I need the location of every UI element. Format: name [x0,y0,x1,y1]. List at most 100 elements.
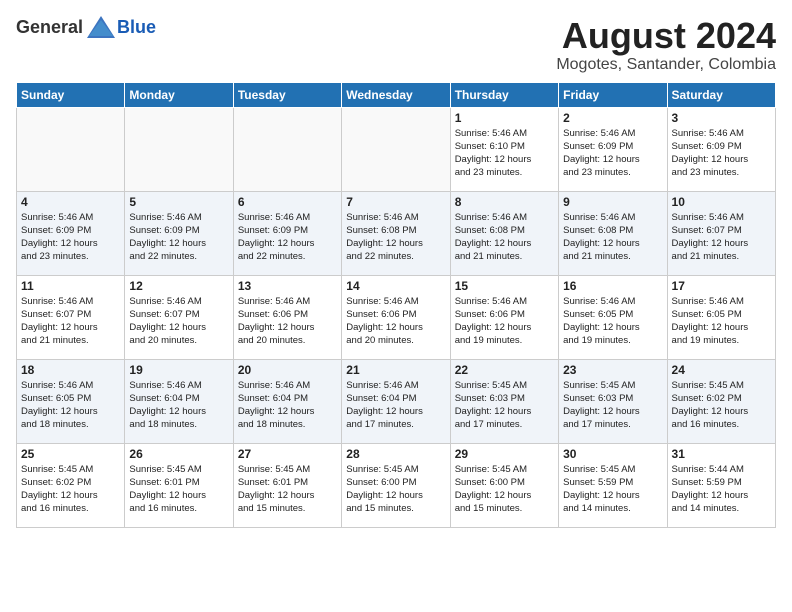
day-number: 7 [346,195,445,209]
day-info: Sunrise: 5:46 AM Sunset: 6:09 PM Dayligh… [563,127,662,180]
day-info: Sunrise: 5:44 AM Sunset: 5:59 PM Dayligh… [672,463,771,516]
day-number: 20 [238,363,337,377]
day-info: Sunrise: 5:46 AM Sunset: 6:06 PM Dayligh… [346,295,445,348]
calendar-cell: 7Sunrise: 5:46 AM Sunset: 6:08 PM Daylig… [342,191,450,275]
calendar-cell: 11Sunrise: 5:46 AM Sunset: 6:07 PM Dayli… [17,275,125,359]
day-number: 13 [238,279,337,293]
day-header-sunday: Sunday [17,82,125,107]
day-number: 11 [21,279,120,293]
day-header-saturday: Saturday [667,82,775,107]
day-number: 12 [129,279,228,293]
day-info: Sunrise: 5:46 AM Sunset: 6:04 PM Dayligh… [238,379,337,432]
calendar-cell: 26 Sunrise: 5:45 AM Sunset: 6:01 PM Dayli… [125,443,233,527]
day-header-friday: Friday [559,82,667,107]
logo-blue: Blue [117,17,156,38]
day-number: 16 [563,279,662,293]
day-info: Sunrise: 5:45 AM Sunset: 6:01 PM Dayligh… [238,463,337,516]
calendar-week-row: 1Sunrise: 5:46 AM Sunset: 6:10 PM Daylig… [17,107,776,191]
day-info: Sunrise: 5:45 AM Sunset: 6:02 PM Dayligh… [21,463,120,516]
day-number: 27 [238,447,337,461]
calendar-cell: 6Sunrise: 5:46 AM Sunset: 6:09 PM Daylig… [233,191,341,275]
day-number: 5 [129,195,228,209]
calendar-cell: 4 Sunrise: 5:46 AM Sunset: 6:09 PM Daylig… [17,191,125,275]
calendar-cell: 2 Sunrise: 5:46 AM Sunset: 6:09 PM Daylig… [559,107,667,191]
day-info: Sunrise: 5:46 AM Sunset: 6:06 PM Dayligh… [455,295,554,348]
logo-general: General [16,17,83,38]
day-info: Sunrise: 5:45 AM Sunset: 6:01 PM Dayligh… [129,463,228,516]
calendar-cell: 21Sunrise: 5:46 AM Sunset: 6:04 PM Dayli… [342,359,450,443]
calendar-cell: 29 Sunrise: 5:45 AM Sunset: 6:00 PM Dayli… [450,443,558,527]
calendar-week-row: 18 Sunrise: 5:46 AM Sunset: 6:05 PM Dayli… [17,359,776,443]
day-info: Sunrise: 5:46 AM Sunset: 6:05 PM Dayligh… [21,379,120,432]
day-number: 8 [455,195,554,209]
day-info: Sunrise: 5:46 AM Sunset: 6:08 PM Dayligh… [455,211,554,264]
calendar-cell: 23Sunrise: 5:45 AM Sunset: 6:03 PM Dayli… [559,359,667,443]
day-number: 2 [563,111,662,125]
calendar-cell [17,107,125,191]
day-number: 14 [346,279,445,293]
day-number: 22 [455,363,554,377]
calendar-cell [342,107,450,191]
calendar-cell: 22 Sunrise: 5:45 AM Sunset: 6:03 PM Dayli… [450,359,558,443]
day-info: Sunrise: 5:45 AM Sunset: 6:03 PM Dayligh… [563,379,662,432]
day-number: 6 [238,195,337,209]
day-info: Sunrise: 5:46 AM Sunset: 6:05 PM Dayligh… [672,295,771,348]
calendar-table: SundayMondayTuesdayWednesdayThursdayFrid… [16,82,776,528]
calendar-cell: 28 Sunrise: 5:45 AM Sunset: 6:00 PM Dayli… [342,443,450,527]
calendar-cell: 24 Sunrise: 5:45 AM Sunset: 6:02 PM Dayli… [667,359,775,443]
day-info: Sunrise: 5:46 AM Sunset: 6:09 PM Dayligh… [21,211,120,264]
calendar-cell: 19 Sunrise: 5:46 AM Sunset: 6:04 PM Dayli… [125,359,233,443]
day-info: Sunrise: 5:45 AM Sunset: 6:02 PM Dayligh… [672,379,771,432]
calendar-cell: 15 Sunrise: 5:46 AM Sunset: 6:06 PM Dayli… [450,275,558,359]
calendar-cell: 1Sunrise: 5:46 AM Sunset: 6:10 PM Daylig… [450,107,558,191]
day-info: Sunrise: 5:45 AM Sunset: 6:03 PM Dayligh… [455,379,554,432]
calendar-cell: 16Sunrise: 5:46 AM Sunset: 6:05 PM Dayli… [559,275,667,359]
calendar-cell: 13 Sunrise: 5:46 AM Sunset: 6:06 PM Dayli… [233,275,341,359]
calendar-cell [233,107,341,191]
day-number: 9 [563,195,662,209]
day-header-monday: Monday [125,82,233,107]
day-number: 17 [672,279,771,293]
day-info: Sunrise: 5:46 AM Sunset: 6:04 PM Dayligh… [346,379,445,432]
day-info: Sunrise: 5:46 AM Sunset: 6:09 PM Dayligh… [129,211,228,264]
title-area: August 2024 Mogotes, Santander, Colombia [556,16,776,74]
calendar-header-row: SundayMondayTuesdayWednesdayThursdayFrid… [17,82,776,107]
day-number: 18 [21,363,120,377]
logo: General Blue [16,16,156,38]
day-info: Sunrise: 5:46 AM Sunset: 6:07 PM Dayligh… [129,295,228,348]
month-title: August 2024 [556,16,776,56]
day-info: Sunrise: 5:45 AM Sunset: 6:00 PM Dayligh… [455,463,554,516]
day-info: Sunrise: 5:46 AM Sunset: 6:04 PM Dayligh… [129,379,228,432]
calendar-cell: 14 Sunrise: 5:46 AM Sunset: 6:06 PM Dayli… [342,275,450,359]
day-info: Sunrise: 5:46 AM Sunset: 6:08 PM Dayligh… [563,211,662,264]
calendar-cell: 12 Sunrise: 5:46 AM Sunset: 6:07 PM Dayli… [125,275,233,359]
day-info: Sunrise: 5:46 AM Sunset: 6:07 PM Dayligh… [672,211,771,264]
day-number: 24 [672,363,771,377]
calendar-cell: 17 Sunrise: 5:46 AM Sunset: 6:05 PM Dayli… [667,275,775,359]
calendar-cell: 25Sunrise: 5:45 AM Sunset: 6:02 PM Dayli… [17,443,125,527]
day-info: Sunrise: 5:46 AM Sunset: 6:09 PM Dayligh… [672,127,771,180]
day-info: Sunrise: 5:46 AM Sunset: 6:10 PM Dayligh… [455,127,554,180]
logo-icon [87,16,115,38]
calendar-cell: 10Sunrise: 5:46 AM Sunset: 6:07 PM Dayli… [667,191,775,275]
calendar-cell: 5 Sunrise: 5:46 AM Sunset: 6:09 PM Daylig… [125,191,233,275]
location: Mogotes, Santander, Colombia [556,56,776,74]
day-number: 31 [672,447,771,461]
day-header-wednesday: Wednesday [342,82,450,107]
day-number: 26 [129,447,228,461]
day-info: Sunrise: 5:46 AM Sunset: 6:06 PM Dayligh… [238,295,337,348]
day-number: 15 [455,279,554,293]
page-header: General Blue August 2024 Mogotes, Santan… [16,16,776,74]
day-number: 29 [455,447,554,461]
calendar-cell [125,107,233,191]
day-number: 4 [21,195,120,209]
day-number: 3 [672,111,771,125]
day-number: 19 [129,363,228,377]
calendar-week-row: 25Sunrise: 5:45 AM Sunset: 6:02 PM Dayli… [17,443,776,527]
day-info: Sunrise: 5:45 AM Sunset: 6:00 PM Dayligh… [346,463,445,516]
calendar-cell: 27 Sunrise: 5:45 AM Sunset: 6:01 PM Dayli… [233,443,341,527]
day-number: 28 [346,447,445,461]
calendar-cell: 31 Sunrise: 5:44 AM Sunset: 5:59 PM Dayli… [667,443,775,527]
calendar-cell: 3 Sunrise: 5:46 AM Sunset: 6:09 PM Daylig… [667,107,775,191]
calendar-week-row: 4 Sunrise: 5:46 AM Sunset: 6:09 PM Daylig… [17,191,776,275]
